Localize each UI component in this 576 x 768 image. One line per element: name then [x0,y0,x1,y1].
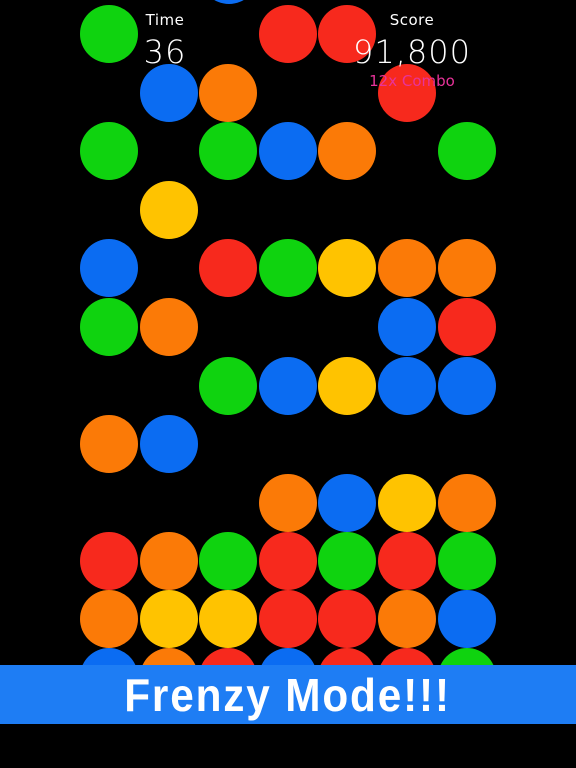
red-ball[interactable] [318,648,377,665]
orange-ball[interactable] [80,590,138,648]
blue-ball[interactable] [258,356,317,415]
blue-ball[interactable] [437,356,496,415]
blue-ball[interactable] [378,298,436,356]
orange-ball[interactable] [378,239,436,298]
banner-text: Frenzy Mode!!! [124,668,452,721]
orange-ball[interactable] [258,473,317,532]
yellow-ball[interactable] [139,180,198,239]
red-ball[interactable] [378,63,436,122]
blue-ball[interactable] [200,0,258,4]
game-board[interactable] [0,0,576,665]
blue-ball[interactable] [258,122,317,181]
green-ball[interactable] [258,239,317,298]
blue-ball[interactable] [139,63,198,122]
blue-ball[interactable] [80,648,138,665]
orange-ball[interactable] [437,239,496,298]
orange-ball[interactable] [318,122,377,181]
blue-ball[interactable] [318,473,377,532]
green-ball[interactable] [199,356,258,415]
red-ball[interactable] [437,298,496,356]
red-ball[interactable] [318,590,377,648]
blue-ball[interactable] [139,415,198,474]
yellow-ball[interactable] [199,590,258,648]
blue-ball[interactable] [80,239,138,298]
red-ball[interactable] [258,590,317,648]
red-ball[interactable] [199,239,258,298]
blue-ball[interactable] [258,648,317,665]
blue-ball[interactable] [378,356,436,415]
green-ball[interactable] [437,648,496,665]
green-ball[interactable] [199,531,258,590]
orange-ball[interactable] [139,298,198,356]
red-ball[interactable] [80,531,138,590]
green-ball[interactable] [318,531,377,590]
red-ball[interactable] [199,648,258,665]
red-ball[interactable] [258,5,317,63]
yellow-ball[interactable] [318,356,377,415]
green-ball[interactable] [80,122,138,181]
green-ball[interactable] [437,531,496,590]
green-ball[interactable] [437,122,496,181]
orange-ball[interactable] [80,415,138,474]
orange-ball[interactable] [139,648,198,665]
red-ball[interactable] [258,531,317,590]
green-ball[interactable] [199,122,258,181]
blue-ball[interactable] [437,590,496,648]
green-ball[interactable] [80,5,138,63]
frenzy-mode-banner: Frenzy Mode!!! [0,665,576,724]
red-ball[interactable] [318,5,377,63]
orange-ball[interactable] [437,473,496,532]
orange-ball[interactable] [199,63,258,122]
orange-ball[interactable] [139,531,198,590]
red-ball[interactable] [378,531,436,590]
yellow-ball[interactable] [378,473,436,532]
red-ball[interactable] [378,648,436,665]
yellow-ball[interactable] [318,239,377,298]
yellow-ball[interactable] [139,590,198,648]
green-ball[interactable] [80,298,138,356]
orange-ball[interactable] [378,590,436,648]
bottom-bar [0,724,576,768]
